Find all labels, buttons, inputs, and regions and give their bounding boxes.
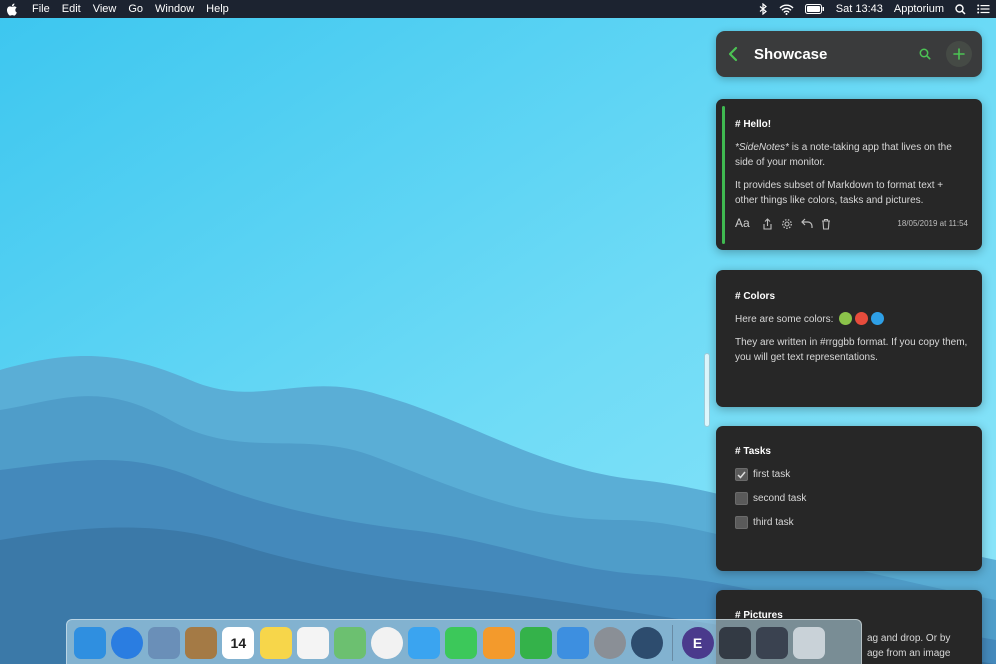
task-checkbox[interactable] [735, 492, 748, 505]
bluetooth-icon[interactable] [759, 3, 768, 15]
note-heading: # Colors [735, 291, 776, 302]
task-list: first task second task third task [735, 467, 968, 530]
numbers-icon[interactable] [519, 627, 552, 659]
note-paragraph: *SideNotes* is a note-taking app that li… [735, 142, 952, 168]
keynote-icon[interactable] [557, 627, 590, 659]
note-paragraph: They are written in #rrggbb format. If y… [735, 337, 968, 363]
add-note-button[interactable] [946, 41, 972, 67]
pages-icon[interactable] [482, 627, 515, 659]
plus-icon [953, 48, 965, 60]
menu-edit[interactable]: Edit [62, 0, 81, 18]
dock-documents: E [679, 627, 828, 659]
menu-user[interactable]: Apptorium [894, 3, 944, 15]
trash-icon[interactable] [821, 218, 831, 230]
e-app-icon[interactable]: E [681, 627, 714, 659]
menu-window[interactable]: Window [155, 0, 194, 18]
undo-icon[interactable] [800, 218, 813, 229]
task-item[interactable]: second task [735, 491, 968, 506]
share-icon[interactable] [762, 217, 773, 230]
window-thumbnail-1[interactable] [718, 627, 751, 659]
calendar-icon[interactable]: 14 [222, 627, 255, 659]
color-swatches [836, 312, 885, 325]
sidenotes-header: Showcase [716, 31, 982, 77]
task-label: third task [753, 517, 794, 528]
maps-icon[interactable] [333, 627, 366, 659]
notes-icon[interactable] [259, 627, 292, 659]
menu-bar-extras: Sat 13:43 Apptorium [748, 3, 990, 15]
trash-icon[interactable] [793, 627, 826, 659]
panel-drag-handle[interactable] [704, 353, 710, 427]
gear-icon[interactable] [781, 218, 793, 230]
note-paragraph: Here are some colors: [735, 312, 968, 327]
note-heading: # Hello! [735, 119, 772, 130]
note-card-tasks[interactable]: # Tasks first task second task third task [716, 426, 982, 571]
messages-icon[interactable] [408, 627, 441, 659]
color-swatch[interactable] [855, 312, 869, 325]
task-label: second task [753, 493, 807, 504]
photos-icon[interactable] [371, 627, 404, 659]
quicktime-icon[interactable] [631, 627, 664, 659]
notefile-icon[interactable] [185, 627, 218, 659]
task-label: first task [753, 469, 791, 480]
menu-file[interactable]: File [32, 0, 50, 18]
color-swatch[interactable] [871, 312, 885, 325]
selected-note-accent [722, 106, 725, 244]
folder-title: Showcase [754, 45, 828, 63]
wifi-icon[interactable] [779, 4, 794, 15]
spotlight-icon[interactable] [955, 3, 966, 15]
menu-view[interactable]: View [93, 0, 117, 18]
menu-help[interactable]: Help [206, 0, 229, 18]
reminders-icon[interactable] [296, 627, 329, 659]
facetime-icon[interactable] [445, 627, 478, 659]
dock: 14 E [66, 619, 862, 664]
notification-center-icon[interactable] [977, 4, 990, 14]
dock-separator [672, 625, 673, 661]
task-item[interactable]: third task [735, 515, 968, 530]
note-paragraph: It provides subset of Markdown to format… [735, 180, 944, 206]
font-style-button[interactable]: Aa [735, 216, 750, 231]
note-timestamp: 18/05/2019 at 11:54 [897, 219, 968, 228]
dock-apps: 14 [71, 627, 666, 659]
system-preferences-icon[interactable] [594, 627, 627, 659]
task-item[interactable]: first task [735, 467, 968, 482]
search-icon[interactable] [914, 48, 936, 60]
back-chevron-icon[interactable] [728, 46, 746, 62]
menu-clock[interactable]: Sat 13:43 [836, 3, 883, 15]
battery-icon[interactable] [804, 4, 825, 14]
note-card-hello[interactable]: # Hello! *SideNotes* is a note-taking ap… [716, 99, 982, 250]
safari-icon[interactable] [110, 627, 143, 659]
note-heading: # Tasks [735, 446, 771, 457]
menu-go[interactable]: Go [128, 0, 143, 18]
note-card-colors[interactable]: # Colors Here are some colors: They are … [716, 270, 982, 407]
task-checkbox[interactable] [735, 516, 748, 529]
apple-menu-icon[interactable] [6, 2, 18, 16]
window-thumbnail-2[interactable] [755, 627, 788, 659]
finder-icon[interactable] [73, 627, 106, 659]
task-checkbox-checked[interactable] [735, 468, 748, 481]
menu-bar: File Edit View Go Window Help Sat 13:43 … [0, 0, 996, 18]
note-toolbar: Aa 18/05/2019 at 11:54 [735, 216, 968, 231]
preview-icon[interactable] [147, 627, 180, 659]
color-swatch[interactable] [839, 312, 853, 325]
